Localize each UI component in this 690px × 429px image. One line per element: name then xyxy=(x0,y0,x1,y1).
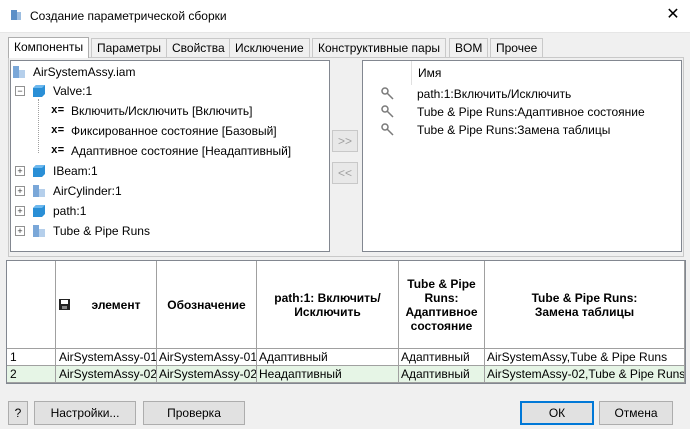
column-header-label: элемент xyxy=(91,297,141,312)
column-header-element[interactable]: элемент xyxy=(56,261,157,349)
column-header-label: Tube & Pipe Runs: Адаптивное состояние xyxy=(405,276,478,333)
selected-list[interactable]: Имя path:1:Включить/Исключить Tube & Pip… xyxy=(362,60,682,252)
app-icon xyxy=(11,10,21,20)
key-icon xyxy=(381,87,394,100)
part-cube-icon xyxy=(33,85,45,97)
table-cell[interactable]: AirSystemAssy-02 xyxy=(56,366,157,383)
table-cell[interactable]: AirSystemAssy-01 xyxy=(56,349,157,366)
ok-button[interactable]: ОК xyxy=(520,401,594,425)
expand-icon[interactable]: + xyxy=(15,226,25,236)
tab-other[interactable]: Прочее xyxy=(490,38,544,57)
list-item-label: path:1:Включить/Исключить xyxy=(417,87,572,101)
tab-components[interactable]: Компоненты xyxy=(8,37,90,58)
table-cell[interactable]: AirSystemAssy-02,Tube & Pipe Runs xyxy=(485,366,685,383)
list-item-label: Tube & Pipe Runs:Замена таблицы xyxy=(417,123,611,137)
key-icon xyxy=(381,123,394,136)
assembly-icon xyxy=(33,225,45,237)
tree-label: Tube & Pipe Runs xyxy=(53,224,150,238)
remove-button[interactable]: << xyxy=(332,162,358,184)
column-header-adaptive[interactable]: Tube & Pipe Runs: Адаптивное состояние xyxy=(399,261,485,349)
expand-icon[interactable]: + xyxy=(15,186,25,196)
expand-icon[interactable]: + xyxy=(15,166,25,176)
tab-bom[interactable]: BOM xyxy=(449,38,489,57)
parameter-icon: x= xyxy=(51,145,65,157)
component-tree[interactable]: AirSystemAssy.iam − Valve:1 x= Включить/… xyxy=(10,60,330,252)
column-header-name[interactable]: Имя xyxy=(411,61,441,85)
collapse-icon[interactable]: − xyxy=(15,86,25,96)
parameter-icon: x= xyxy=(51,125,65,137)
tree-label: IBeam:1 xyxy=(53,164,98,178)
parameter-icon: x= xyxy=(51,105,65,117)
key-icon xyxy=(381,105,394,118)
tree-label: Фиксированное состояние [Базовый] xyxy=(71,124,277,138)
help-button[interactable]: ? xyxy=(8,401,28,425)
table-cell[interactable]: Адаптивный xyxy=(257,349,399,366)
save-icon xyxy=(59,299,70,310)
table-cell[interactable]: Неадаптивный xyxy=(257,366,399,383)
table-cell[interactable]: Адаптивный xyxy=(399,349,485,366)
row-number[interactable]: 1 xyxy=(7,349,56,366)
list-item-label: Tube & Pipe Runs:Адаптивное состояние xyxy=(417,105,645,119)
cancel-button[interactable]: Отмена xyxy=(599,401,673,425)
tree-label: Valve:1 xyxy=(53,84,93,98)
expand-icon[interactable]: + xyxy=(15,206,25,216)
column-header-label: Tube & Pipe Runs: Замена таблицы xyxy=(531,290,638,319)
title-bar: Создание параметрической сборки ✕ xyxy=(0,0,690,33)
row-header-corner xyxy=(7,261,56,349)
column-header-label: path:1: Включить/Исключить xyxy=(274,290,381,319)
window-title: Создание параметрической сборки xyxy=(30,9,227,23)
tab-constraints[interactable]: Конструктивные пары xyxy=(312,38,447,57)
check-button[interactable]: Проверка xyxy=(143,401,245,425)
tab-properties[interactable]: Свойства xyxy=(166,38,231,57)
member-table[interactable]: элемент Обозначение path:1: Включить/Иск… xyxy=(6,260,686,384)
add-button[interactable]: >> xyxy=(332,130,358,152)
tree-label: AirSystemAssy.iam xyxy=(33,65,136,79)
table-cell[interactable]: AirSystemAssy,Tube & Pipe Runs xyxy=(485,349,685,366)
tree-label: Адаптивное состояние [Неадаптивный] xyxy=(71,144,292,158)
column-header-label: Обозначение xyxy=(167,297,246,312)
column-header-replace[interactable]: Tube & Pipe Runs: Замена таблицы xyxy=(485,261,685,349)
assembly-icon xyxy=(13,66,25,78)
tab-exclusion[interactable]: Исключение xyxy=(229,38,310,57)
settings-button[interactable]: Настройки... xyxy=(34,401,136,425)
tab-parameters[interactable]: Параметры xyxy=(91,38,167,57)
column-header-path[interactable]: path:1: Включить/Исключить xyxy=(257,261,399,349)
tree-label: path:1 xyxy=(53,204,87,218)
tree-label: Включить/Исключить [Включить] xyxy=(71,104,253,118)
tree-guide xyxy=(38,99,40,153)
table-cell[interactable]: AirSystemAssy-02 xyxy=(157,366,257,383)
table-cell[interactable]: Адаптивный xyxy=(399,366,485,383)
column-header-designation[interactable]: Обозначение xyxy=(157,261,257,349)
row-number[interactable]: 2 xyxy=(7,366,56,383)
part-cube-icon xyxy=(33,205,45,217)
tree-label: AirCylinder:1 xyxy=(53,184,122,198)
close-icon[interactable]: ✕ xyxy=(664,5,682,25)
assembly-icon xyxy=(33,185,45,197)
part-cube-icon xyxy=(33,165,45,177)
table-cell[interactable]: AirSystemAssy-01 xyxy=(157,349,257,366)
